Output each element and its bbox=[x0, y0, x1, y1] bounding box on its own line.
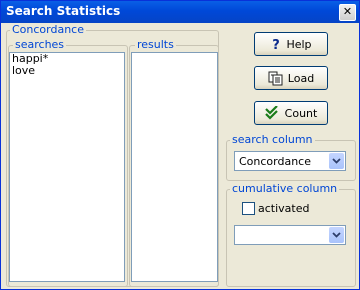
chevron-down-icon[interactable] bbox=[329, 153, 344, 169]
chevron-down-icon[interactable] bbox=[329, 227, 344, 243]
searches-list[interactable]: happi* love bbox=[9, 52, 125, 282]
search-item[interactable]: love bbox=[10, 65, 124, 77]
load-button-label: Load bbox=[287, 71, 315, 85]
search-column-select[interactable]: Concordance bbox=[234, 151, 346, 171]
close-icon: ✕ bbox=[342, 5, 353, 18]
search-column-label: search column bbox=[230, 133, 315, 146]
results-group-label: results bbox=[135, 38, 176, 51]
search-column-value: Concordance bbox=[239, 155, 311, 168]
concordance-group-label: Concordance bbox=[10, 23, 86, 36]
question-mark-icon: ? bbox=[270, 37, 282, 51]
load-document-icon bbox=[268, 70, 284, 86]
load-button[interactable]: Load bbox=[254, 66, 328, 90]
help-button[interactable]: ? Help bbox=[254, 32, 328, 56]
title-bar[interactable]: Search Statistics ✕ bbox=[1, 1, 359, 23]
count-button[interactable]: Count bbox=[254, 101, 328, 125]
svg-text:?: ? bbox=[273, 38, 281, 51]
searches-group-label: searches bbox=[13, 38, 67, 51]
cumulative-column-select[interactable] bbox=[234, 225, 346, 245]
dialog-body: Concordance searches happi* love results… bbox=[1, 23, 359, 289]
help-button-label: Help bbox=[286, 37, 312, 51]
window-title: Search Statistics bbox=[6, 4, 121, 18]
activated-checkbox[interactable] bbox=[242, 202, 255, 215]
close-button[interactable]: ✕ bbox=[339, 4, 356, 21]
double-checkmark-icon bbox=[264, 106, 281, 120]
search-statistics-window: Search Statistics ✕ Concordance searches… bbox=[0, 0, 360, 290]
count-button-label: Count bbox=[284, 106, 318, 120]
cumulative-column-label: cumulative column bbox=[230, 182, 340, 195]
activated-checkbox-label[interactable]: activated bbox=[258, 202, 309, 215]
results-list[interactable] bbox=[131, 52, 218, 282]
